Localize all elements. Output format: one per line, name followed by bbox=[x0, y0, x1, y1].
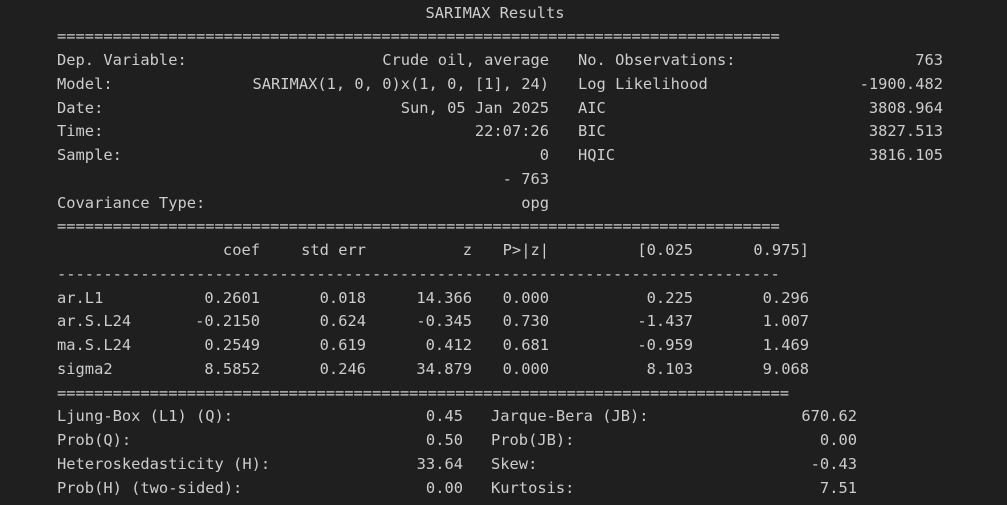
table-cell: 0.2601 bbox=[204, 289, 260, 307]
diagnostic-value: 0.45 bbox=[425, 407, 463, 425]
diagnostic-label: Prob(H) (two-sided): bbox=[57, 479, 243, 497]
summary-value: opg bbox=[521, 194, 549, 212]
diagnostic-stat-value: -0.43 bbox=[810, 455, 857, 473]
table-cell: -0.959 bbox=[637, 336, 693, 354]
summary-row: Time: 22:07:26 BIC 3827.513 bbox=[0, 119, 1007, 143]
column-header: P>|z| bbox=[502, 241, 549, 259]
row-label: sigma2 bbox=[57, 360, 113, 378]
separator-double: ========================================… bbox=[57, 384, 790, 402]
summary-stat-label: No. Observations: bbox=[578, 51, 736, 69]
table-cell: 1.007 bbox=[762, 312, 809, 330]
table-cell: 8.103 bbox=[646, 360, 693, 378]
table-cell: 0.2549 bbox=[204, 336, 260, 354]
summary-label: Covariance Type: bbox=[57, 194, 206, 212]
table-cell: 0.018 bbox=[319, 289, 366, 307]
diagnostic-stat-value: 0.00 bbox=[819, 431, 857, 449]
diagnostic-row: Ljung-Box (L1) (Q): 0.45 Jarque-Bera (JB):… bbox=[0, 404, 1007, 428]
table-row: sigma2 8.5852 0.246 34.879 0.000 8.103 9.068 bbox=[0, 357, 1007, 381]
table-row: ar.S.L24 -0.2150 0.624 -0.345 0.730 -1.437 1.0… bbox=[0, 309, 1007, 333]
separator-double: ========================================… bbox=[57, 27, 780, 45]
summary-value: 22:07:26 bbox=[474, 122, 549, 140]
summary-row: Model: SARIMAX(1, 0, 0)x(1, 0, [1], 24) Lo… bbox=[0, 72, 1007, 96]
row-label: ar.S.L24 bbox=[57, 312, 132, 330]
row-label: ma.S.L24 bbox=[57, 336, 132, 354]
summary-label: Time: bbox=[57, 122, 104, 140]
summary-stat-value: 3827.513 bbox=[868, 122, 943, 140]
table-cell: 0.000 bbox=[502, 289, 549, 307]
column-header: std err bbox=[301, 241, 366, 259]
diagnostic-stat-value: 7.51 bbox=[819, 479, 857, 497]
diagnostic-row: Heteroskedasticity (H): 33.64 Skew: -0.43 bbox=[0, 452, 1007, 476]
table-cell: 0.296 bbox=[762, 289, 809, 307]
summary-label: Model: bbox=[57, 75, 113, 93]
summary-label: Sample: bbox=[57, 146, 122, 164]
table-cell: 9.068 bbox=[762, 360, 809, 378]
summary-label: Date: bbox=[57, 99, 104, 117]
summary-row: - 763 bbox=[0, 167, 1007, 191]
table-cell: 0.624 bbox=[319, 312, 366, 330]
diagnostic-value: 33.64 bbox=[416, 455, 463, 473]
summary-stat-label: Log Likelihood bbox=[578, 75, 708, 93]
results-title: SARIMAX Results bbox=[425, 4, 565, 22]
summary-stat-label: HQIC bbox=[578, 146, 616, 164]
diagnostic-stat-value: 670.62 bbox=[801, 407, 857, 425]
summary-stat-value: 3816.105 bbox=[868, 146, 943, 164]
summary-stat-label: AIC bbox=[578, 99, 606, 117]
table-cell: 1.469 bbox=[762, 336, 809, 354]
table-cell: 0.681 bbox=[502, 336, 549, 354]
summary-value: - 763 bbox=[502, 170, 549, 188]
table-cell: 8.5852 bbox=[204, 360, 260, 378]
row-label: ar.L1 bbox=[57, 289, 104, 307]
diagnostic-value: 0.50 bbox=[425, 431, 463, 449]
separator-double: ========================================… bbox=[57, 217, 780, 235]
table-cell: 0.246 bbox=[319, 360, 366, 378]
table-cell: -0.2150 bbox=[195, 312, 260, 330]
summary-label: Dep. Variable: bbox=[57, 51, 187, 69]
diagnostic-row: Prob(H) (two-sided): 0.00 Kurtosis: 7.51 bbox=[0, 476, 1007, 500]
diagnostic-label: Heteroskedasticity (H): bbox=[57, 455, 271, 473]
column-header: 0.975] bbox=[753, 241, 809, 259]
column-header: coef bbox=[222, 241, 260, 259]
summary-stat-value: -1900.482 bbox=[859, 75, 943, 93]
diagnostic-stat-label: Kurtosis: bbox=[491, 479, 575, 497]
summary-stat-value: 3808.964 bbox=[868, 99, 943, 117]
diagnostic-row: Prob(Q): 0.50 Prob(JB): 0.00 bbox=[0, 428, 1007, 452]
diagnostic-value: 0.00 bbox=[425, 479, 463, 497]
summary-value: SARIMAX(1, 0, 0)x(1, 0, [1], 24) bbox=[252, 75, 549, 93]
table-cell: 0.225 bbox=[646, 289, 693, 307]
table-header-row: coef std err z P>|z| [0.025 0.975] bbox=[0, 238, 1007, 262]
diagnostic-stat-label: Prob(JB): bbox=[491, 431, 575, 449]
table-cell: 0.000 bbox=[502, 360, 549, 378]
summary-stat-value bbox=[760, 191, 943, 215]
summary-value: 0 bbox=[539, 146, 549, 164]
table-cell: 0.619 bbox=[319, 336, 366, 354]
summary-stat-value: 763 bbox=[915, 51, 943, 69]
summary-row: Dep. Variable: Crude oil, average No. Obse… bbox=[0, 48, 1007, 72]
table-cell: 0.730 bbox=[502, 312, 549, 330]
summary-row: Date: Sun, 05 Jan 2025 AIC 3808.964 bbox=[0, 96, 1007, 120]
summary-value: Sun, 05 Jan 2025 bbox=[400, 99, 549, 117]
summary-value: Crude oil, average bbox=[382, 51, 549, 69]
summary-row: Sample: 0 HQIC 3816.105 bbox=[0, 143, 1007, 167]
summary-row: Covariance Type: opg bbox=[0, 191, 1007, 215]
summary-stat-value bbox=[760, 167, 943, 191]
table-row: ar.L1 0.2601 0.018 14.366 0.000 0.225 0.296 bbox=[0, 286, 1007, 310]
separator-single: ----------------------------------------… bbox=[57, 265, 780, 283]
summary-stat-label: BIC bbox=[578, 122, 606, 140]
diagnostic-label: Ljung-Box (L1) (Q): bbox=[57, 407, 234, 425]
table-row: ma.S.L24 0.2549 0.619 0.412 0.681 -0.959 1.469 bbox=[0, 333, 1007, 357]
column-header: [0.025 bbox=[637, 241, 693, 259]
diagnostic-label: Prob(Q): bbox=[57, 431, 132, 449]
diagnostic-stat-label: Jarque-Bera (JB): bbox=[491, 407, 649, 425]
diagnostic-stat-label: Skew: bbox=[491, 455, 538, 473]
table-cell: -1.437 bbox=[637, 312, 693, 330]
output-cell: SARIMAX Results ========================… bbox=[0, 0, 1007, 505]
